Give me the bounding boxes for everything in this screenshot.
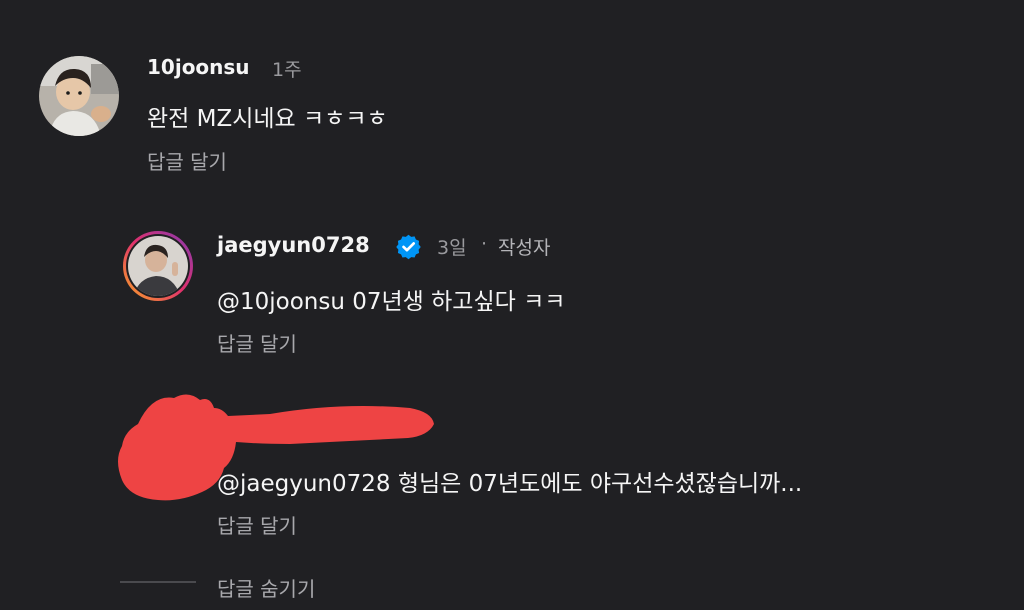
comment-username[interactable]: 10joonsu (147, 55, 250, 79)
reply-button[interactable]: 답글 달기 (217, 510, 297, 539)
hide-replies-button[interactable]: 답글 숨기기 (217, 573, 315, 602)
comment-text: @jaegyun0728 형님은 07년도에도 야구선수셨잖습니까... (217, 464, 802, 498)
comment-text: @10joonsu 07년생 하고싶다 ㅋㅋ (217, 282, 565, 316)
comment-timestamp: 3일 (437, 237, 467, 259)
author-badge: 작성자 (498, 237, 551, 259)
replies-divider (120, 581, 196, 583)
avatar[interactable] (39, 56, 119, 136)
mention-link[interactable]: @jaegyun0728 (217, 471, 391, 497)
comment-text: 완전 MZ시네요 ㅋㅎㅋㅎ (147, 106, 388, 132)
comment-text-body: 07년생 하고싶다 ㅋㅋ (352, 289, 566, 315)
verified-badge-icon (395, 233, 422, 260)
mention-link[interactable]: @10joonsu (217, 289, 345, 315)
reply-button[interactable]: 답글 달기 (147, 146, 227, 175)
reply-button[interactable]: 답글 달기 (217, 328, 297, 357)
child-photo-avatar (39, 56, 119, 136)
avatar[interactable] (122, 230, 194, 302)
profile-photo-avatar-gradient-ring (123, 231, 193, 301)
comment-text-body: 형님은 07년도에도 야구선수셨잖습니까... (397, 471, 803, 497)
separator-dot: · (481, 233, 488, 255)
comment-timestamp: 1주 (272, 59, 302, 81)
comment-username[interactable]: jaegyun0728 (217, 233, 370, 257)
